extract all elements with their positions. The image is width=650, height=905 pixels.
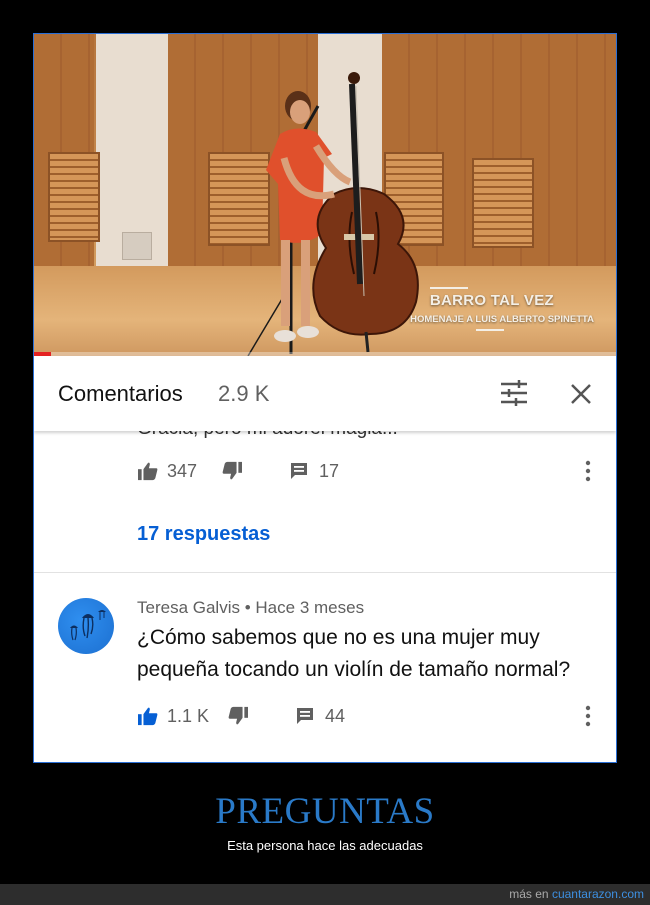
thumbs-up-icon [138, 462, 158, 481]
sort-filter-icon[interactable] [500, 380, 528, 406]
comments-header: Comentarios 2.9 K [34, 356, 616, 431]
reply-button[interactable]: 17 [289, 461, 339, 482]
dislike-button[interactable] [227, 706, 249, 726]
meta-separator: • [244, 598, 251, 617]
comment-actions: 347 17 [137, 458, 339, 484]
like-button[interactable]: 1.1 K [137, 706, 209, 727]
reply-button[interactable]: 44 [295, 706, 345, 727]
thumbs-up-filled-icon [138, 707, 158, 726]
footer-site-link[interactable]: cuantarazon.com [552, 887, 644, 901]
like-count: 347 [167, 460, 198, 481]
comment-icon [297, 708, 314, 724]
screenshot-frame: BARRO TAL VEZ HOMENAJE A LUIS ALBERTO SP… [33, 33, 617, 763]
post-subline: Esta persona hace las adecuadas [227, 838, 423, 853]
video-player[interactable]: BARRO TAL VEZ HOMENAJE A LUIS ALBERTO SP… [34, 34, 616, 356]
thumbs-down-icon [228, 706, 249, 725]
comment-time: Hace 3 meses [255, 598, 365, 617]
thumbs-down-icon [222, 461, 243, 480]
footer-prefix: más en [509, 887, 549, 901]
comment-meta: Teresa Galvis • Hace 3 meses [137, 598, 364, 618]
view-replies-link[interactable]: 17 respuestas [137, 523, 270, 546]
jellyfish-avatar-image [70, 610, 106, 641]
comments-count: 2.9 K [218, 381, 270, 406]
close-icon[interactable] [569, 382, 593, 406]
reply-count: 44 [325, 705, 346, 726]
post-headline: PREGUNTAS [215, 791, 435, 832]
avatar[interactable] [58, 598, 114, 654]
more-options-icon[interactable] [584, 460, 592, 482]
like-count: 1.1 K [167, 705, 210, 726]
footer-bar: más en cuantarazon.com [0, 884, 650, 905]
caption-accent-line [476, 329, 504, 331]
reply-count: 17 [319, 460, 340, 481]
more-options-icon[interactable] [584, 705, 592, 727]
comment-icon [291, 463, 308, 479]
comment-author[interactable]: Teresa Galvis [137, 598, 240, 617]
video-caption-title: BARRO TAL VEZ [429, 292, 554, 309]
dislike-button[interactable] [221, 461, 243, 481]
video-caption-subtitle: HOMENAJE A LUIS ALBERTO SPINETTA [410, 314, 594, 325]
comment-divider [34, 572, 616, 573]
like-button[interactable]: 347 [137, 461, 197, 482]
comments-title: Comentarios [58, 381, 183, 406]
comment-text: ¿Cómo sabemos que no es una mujer muy pe… [137, 626, 571, 681]
caption-accent-line [430, 287, 468, 289]
comment-actions: 1.1 K 44 [137, 703, 345, 729]
footer-credit: más en cuantarazon.com [509, 887, 644, 901]
